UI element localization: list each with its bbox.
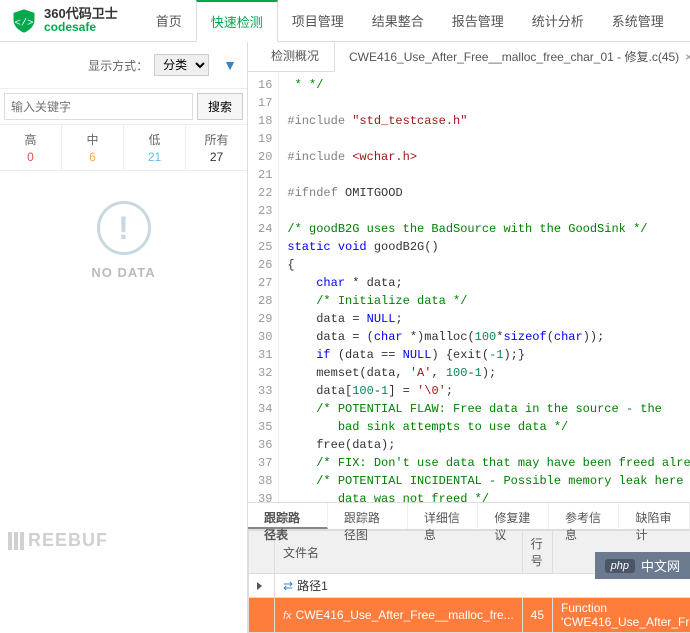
display-mode-label: 显示方式： <box>88 57 148 74</box>
file-tabs: 检测概况CWE416_Use_After_Free__malloc_free_c… <box>248 42 690 72</box>
logo: </> 360代码卫士 codesafe <box>0 7 128 35</box>
logo-text-cn: 360代码卫士 <box>44 7 118 21</box>
nav-item[interactable]: 快速检测 <box>196 0 278 42</box>
search-row: 搜索 <box>0 89 247 125</box>
severity-item[interactable]: 高0 <box>0 125 62 170</box>
main-nav: 首页快速检测项目管理结果整合报告管理统计分析系统管理 <box>142 0 678 42</box>
no-data-block: ! NO DATA <box>0 171 247 310</box>
severity-item[interactable]: 低21 <box>124 125 186 170</box>
bottom-tab[interactable]: 跟踪路径图 <box>328 503 408 529</box>
php-logo-icon: php <box>605 559 635 573</box>
nav-item[interactable]: 报告管理 <box>438 0 518 42</box>
function-icon: fx <box>283 610 292 622</box>
code-lines: * */ #include "std_testcase.h" #include … <box>279 72 690 502</box>
no-data-text: NO DATA <box>0 265 247 280</box>
bottom-tab[interactable]: 参考信息 <box>549 503 620 529</box>
trace-row-selected[interactable]: fxCWE416_Use_After_Free__malloc_fre... 4… <box>249 598 690 633</box>
search-input[interactable] <box>4 93 193 120</box>
bottom-tab[interactable]: 跟踪路径表 <box>248 503 328 529</box>
close-icon[interactable]: × <box>685 50 690 64</box>
code-gutter: 1617181920212223242526272829303132333435… <box>248 72 279 502</box>
nav-item[interactable]: 项目管理 <box>278 0 358 42</box>
bottom-tab[interactable]: 修复建议 <box>478 503 549 529</box>
nav-item[interactable]: 系统管理 <box>598 0 678 42</box>
severity-item[interactable]: 中6 <box>62 125 124 170</box>
watermark-icon <box>8 532 24 550</box>
trace-table: 文件名 行号 ⇄路径1 fxCWE416_Use_After_Free__mal… <box>248 530 690 633</box>
bottom-tab[interactable]: 缺陷审计 <box>619 503 690 529</box>
severity-row: 高0中6低21所有27 <box>0 125 247 171</box>
search-button[interactable]: 搜索 <box>197 93 243 120</box>
col-line[interactable]: 行号 <box>522 531 552 574</box>
file-tab[interactable]: CWE416_Use_After_Free__malloc_free_char_… <box>334 41 690 72</box>
svg-text:</>: </> <box>15 17 34 29</box>
exclamation-icon: ! <box>97 201 151 255</box>
logo-text-en: codesafe <box>44 21 118 34</box>
php-badge: php 中文网 <box>595 552 690 579</box>
expand-icon[interactable] <box>257 582 262 590</box>
nav-item[interactable]: 首页 <box>142 0 196 42</box>
path-icon: ⇄ <box>283 579 293 593</box>
nav-item[interactable]: 统计分析 <box>518 0 598 42</box>
right-panel: 检测概况CWE416_Use_After_Free__malloc_free_c… <box>248 42 690 633</box>
shield-icon: </> <box>10 7 38 35</box>
code-area[interactable]: 1617181920212223242526272829303132333435… <box>248 72 690 502</box>
file-tab[interactable]: 检测概况 <box>256 40 334 71</box>
bottom-tabs: 跟踪路径表跟踪路径图详细信息修复建议参考信息缺陷审计 <box>248 502 690 530</box>
display-mode-select[interactable]: 分类 <box>154 54 209 76</box>
display-mode-row: 显示方式： 分类 ▼ <box>0 42 247 89</box>
watermark: REEBUF <box>8 530 108 551</box>
nav-item[interactable]: 结果整合 <box>358 0 438 42</box>
filter-icon[interactable]: ▼ <box>223 57 237 73</box>
col-file[interactable]: 文件名 <box>275 531 523 574</box>
header: </> 360代码卫士 codesafe 首页快速检测项目管理结果整合报告管理统… <box>0 0 690 42</box>
bottom-tab[interactable]: 详细信息 <box>408 503 479 529</box>
severity-item[interactable]: 所有27 <box>186 125 247 170</box>
